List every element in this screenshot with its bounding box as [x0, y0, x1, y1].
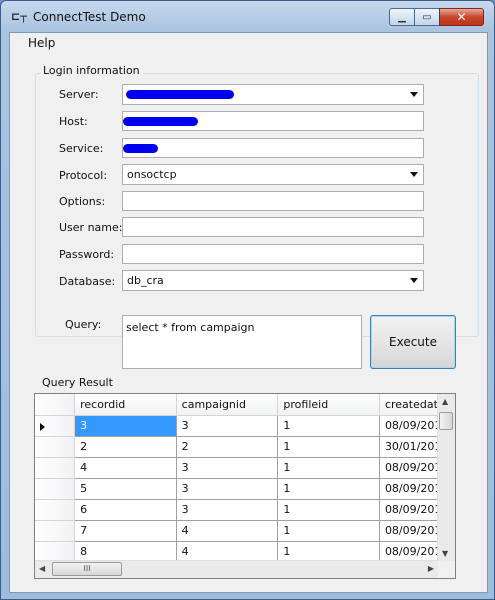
table-cell[interactable]: 1 — [277, 415, 380, 437]
scroll-up-icon[interactable]: ▲ — [442, 397, 448, 406]
menu-bar: Help — [10, 33, 487, 53]
table-cell[interactable]: 3 — [176, 499, 279, 521]
close-icon: ✕ — [456, 10, 467, 24]
title-bar[interactable]: ⊏┬ ConnectTest Demo ▁ ▭ ✕ — [1, 1, 494, 33]
password-label: Password: — [59, 248, 115, 261]
execute-label: Execute — [389, 335, 437, 349]
grip-icon: III — [83, 564, 91, 573]
minimize-icon: ▁ — [398, 11, 406, 23]
row-header[interactable] — [35, 499, 76, 521]
table-row[interactable]: 7 4 1 08/09/2017 — [35, 520, 455, 542]
table-cell[interactable]: 1 — [277, 520, 380, 542]
server-redaction — [126, 90, 234, 99]
table-cell[interactable]: 3 — [176, 478, 279, 500]
table-cell[interactable]: 1 — [277, 478, 380, 500]
table-row[interactable]: 6 3 1 08/09/2017 — [35, 499, 455, 521]
client-area: Help Login information Server: Host: Ser… — [9, 32, 488, 593]
table-cell[interactable]: 7 — [74, 520, 177, 542]
column-header-recordid[interactable]: recordid — [74, 394, 177, 416]
scroll-left-icon[interactable]: ◀ — [39, 564, 45, 573]
host-field[interactable] — [122, 111, 424, 131]
query-result-label: Query Result — [42, 376, 113, 389]
minimize-button[interactable]: ▁ — [389, 8, 415, 26]
table-row[interactable]: 8 4 1 08/09/2017 — [35, 541, 455, 563]
table-cell[interactable]: 6 — [74, 499, 177, 521]
query-textarea[interactable]: select * from campaign — [122, 315, 362, 369]
database-label: Database: — [59, 275, 116, 288]
login-group-title: Login information — [40, 64, 143, 77]
row-header-current[interactable] — [35, 415, 76, 437]
scroll-right-icon[interactable]: ▶ — [428, 564, 434, 573]
protocol-combo[interactable]: onsoctcp — [122, 164, 424, 185]
table-cell[interactable]: 5 — [74, 478, 177, 500]
table-cell[interactable]: 2 — [74, 436, 177, 458]
column-header-profileid[interactable]: profileid — [277, 394, 380, 416]
query-result-grid[interactable]: recordid campaignid profileid createdate… — [34, 393, 456, 579]
execute-button[interactable]: Execute — [370, 315, 456, 369]
row-header[interactable] — [35, 457, 76, 479]
table-cell[interactable]: 4 — [176, 541, 279, 563]
current-row-arrow-icon — [40, 422, 45, 431]
table-cell[interactable]: 3 — [176, 415, 279, 437]
protocol-label: Protocol: — [59, 169, 108, 182]
table-cell[interactable]: 1 — [277, 541, 380, 563]
result-table: recordid campaignid profileid createdate… — [35, 394, 455, 563]
chevron-down-icon — [410, 278, 418, 283]
row-header[interactable] — [35, 520, 76, 542]
options-field[interactable] — [122, 191, 424, 211]
query-label: Query: — [65, 318, 102, 331]
database-combo[interactable]: db_cra — [122, 270, 424, 291]
window-title: ConnectTest Demo — [33, 10, 146, 24]
scrollbar-corner — [438, 561, 455, 578]
table-cell[interactable]: 1 — [277, 436, 380, 458]
close-button[interactable]: ✕ — [439, 8, 484, 26]
service-label: Service: — [59, 142, 104, 155]
host-label: Host: — [59, 115, 88, 128]
chevron-down-icon — [410, 92, 418, 97]
table-row[interactable]: 2 2 1 30/01/2017 — [35, 436, 455, 458]
host-redaction — [123, 117, 198, 126]
table-row[interactable]: 5 3 1 08/09/2017 — [35, 478, 455, 500]
vertical-scroll-thumb[interactable] — [439, 412, 453, 430]
table-cell[interactable]: 3 — [74, 415, 177, 437]
table-cell[interactable]: 1 — [277, 499, 380, 521]
table-row[interactable]: 3 3 1 08/09/2017 — [35, 415, 455, 437]
table-cell[interactable]: 4 — [74, 457, 177, 479]
corner-header — [35, 394, 76, 416]
vertical-scrollbar[interactable]: ▲ ▼ — [437, 394, 455, 561]
horizontal-scrollbar[interactable]: ◀ III ▶ — [35, 560, 438, 578]
password-field[interactable] — [122, 244, 424, 264]
maximize-button[interactable]: ▭ — [414, 8, 440, 26]
header-row: recordid campaignid profileid createdate… — [35, 394, 455, 416]
row-header[interactable] — [35, 436, 76, 458]
username-label: User name: — [59, 221, 123, 234]
username-field[interactable] — [122, 217, 424, 237]
table-row[interactable]: 4 3 1 08/09/2017 — [35, 457, 455, 479]
table-cell[interactable]: 1 — [277, 457, 380, 479]
row-header[interactable] — [35, 541, 76, 563]
protocol-value: onsoctcp — [127, 168, 177, 181]
column-header-campaignid[interactable]: campaignid — [176, 394, 279, 416]
server-combo[interactable] — [122, 84, 424, 105]
table-cell[interactable]: 4 — [176, 520, 279, 542]
app-icon: ⊏┬ — [11, 10, 27, 23]
horizontal-scroll-thumb[interactable]: III — [52, 562, 122, 576]
database-value: db_cra — [127, 274, 164, 287]
chevron-down-icon — [410, 172, 418, 177]
menu-help[interactable]: Help — [28, 36, 55, 50]
maximize-icon: ▭ — [422, 11, 432, 23]
app-window: ⊏┬ ConnectTest Demo ▁ ▭ ✕ Help Login inf… — [0, 0, 495, 600]
scroll-down-icon[interactable]: ▼ — [442, 549, 448, 558]
service-field[interactable] — [122, 138, 424, 158]
query-text: select * from campaign — [126, 321, 255, 334]
row-header[interactable] — [35, 478, 76, 500]
table-cell[interactable]: 8 — [74, 541, 177, 563]
service-redaction — [123, 144, 158, 153]
options-label: Options: — [59, 195, 106, 208]
server-label: Server: — [59, 88, 99, 101]
table-cell[interactable]: 3 — [176, 457, 279, 479]
table-cell[interactable]: 2 — [176, 436, 279, 458]
